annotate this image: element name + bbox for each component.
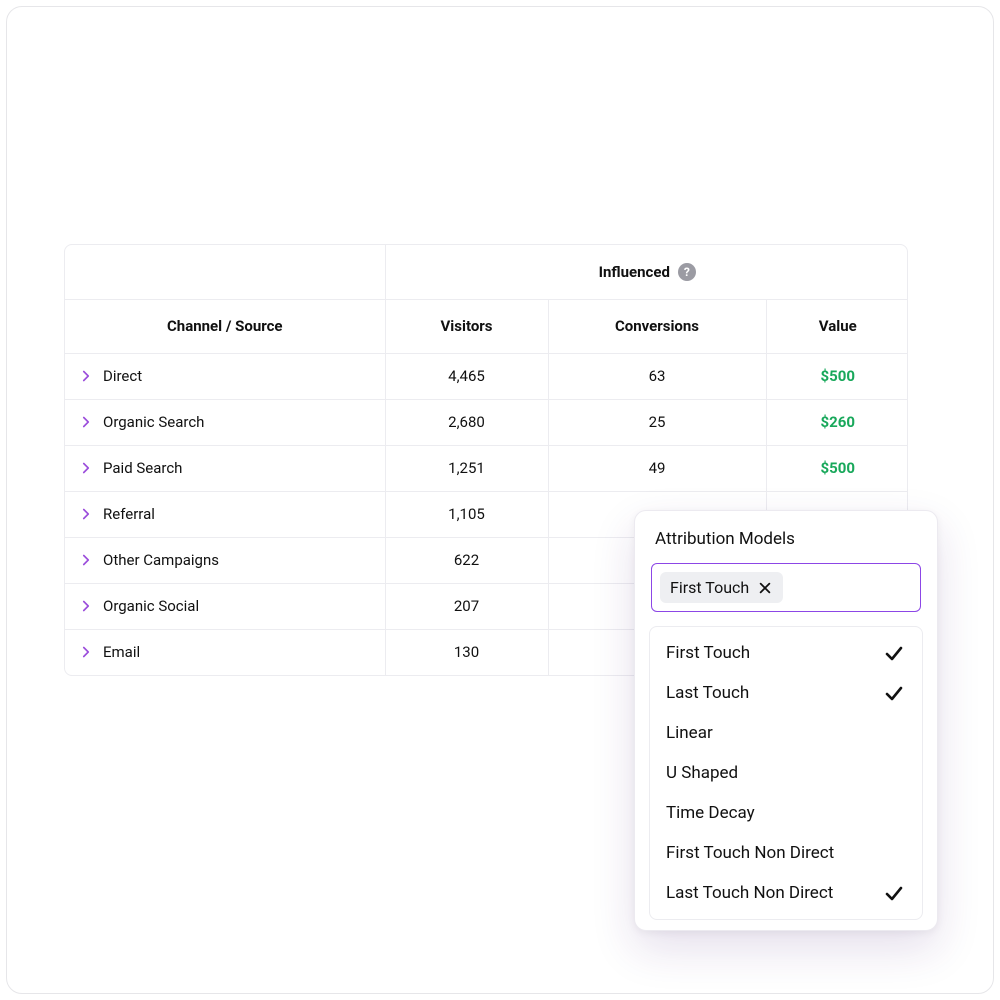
model-option-label: Last Touch — [666, 683, 749, 703]
model-option[interactable]: Time Decay — [650, 793, 922, 833]
col-header-conversions: Conversions — [548, 299, 766, 353]
channel-name: Organic Search — [103, 413, 204, 431]
col-header-visitors: Visitors — [385, 299, 548, 353]
channel-name: Referral — [103, 505, 155, 523]
model-option-label: First Touch — [666, 643, 750, 663]
expand-row-icon[interactable] — [79, 415, 93, 429]
panel-title: Attribution Models — [655, 529, 923, 549]
table-row: Organic Search 2,680 25 $260 — [65, 399, 908, 445]
conversions-cell: 49 — [548, 445, 766, 491]
remove-chip-icon[interactable] — [757, 580, 773, 596]
visitors-cell: 622 — [385, 537, 548, 583]
channel-name: Other Campaigns — [103, 551, 219, 569]
check-icon — [884, 643, 904, 663]
model-option-label: First Touch Non Direct — [666, 843, 834, 863]
expand-row-icon[interactable] — [79, 645, 93, 659]
help-icon[interactable]: ? — [678, 263, 696, 281]
channel-name: Paid Search — [103, 459, 182, 477]
header-group-influenced: Influenced ? — [385, 245, 908, 299]
model-option-label: Last Touch Non Direct — [666, 883, 833, 903]
visitors-cell: 207 — [385, 583, 548, 629]
col-header-value: Value — [766, 299, 908, 353]
visitors-cell: 130 — [385, 629, 548, 675]
check-icon — [884, 883, 904, 903]
visitors-cell: 1,251 — [385, 445, 548, 491]
attribution-models-panel: Attribution Models First Touch First Tou… — [634, 510, 938, 931]
table-row: Direct 4,465 63 $500 — [65, 353, 908, 399]
selected-model-chip[interactable]: First Touch — [660, 572, 783, 603]
model-option[interactable]: Linear — [650, 713, 922, 753]
visitors-cell: 2,680 — [385, 399, 548, 445]
influenced-label: Influenced — [599, 263, 670, 281]
model-option-label: Time Decay — [666, 803, 755, 823]
value-cell: $500 — [766, 353, 908, 399]
conversions-cell: 25 — [548, 399, 766, 445]
model-option[interactable]: Last Touch — [650, 673, 922, 713]
channel-name: Organic Social — [103, 597, 199, 615]
selected-model-chip-label: First Touch — [670, 578, 749, 597]
visitors-cell: 4,465 — [385, 353, 548, 399]
expand-row-icon[interactable] — [79, 599, 93, 613]
model-option-label: U Shaped — [666, 763, 738, 783]
value-cell: $500 — [766, 445, 908, 491]
header-empty-cell — [65, 245, 385, 299]
model-options-list: First Touch Last Touch Linear U Shaped T… — [649, 626, 923, 920]
check-icon — [884, 683, 904, 703]
model-option-label: Linear — [666, 723, 713, 743]
model-option[interactable]: First Touch Non Direct — [650, 833, 922, 873]
model-option[interactable]: U Shaped — [650, 753, 922, 793]
expand-row-icon[interactable] — [79, 461, 93, 475]
model-option[interactable]: Last Touch Non Direct — [650, 873, 922, 913]
expand-row-icon[interactable] — [79, 369, 93, 383]
col-header-channel: Channel / Source — [65, 299, 385, 353]
model-option[interactable]: First Touch — [650, 633, 922, 673]
conversions-cell: 63 — [548, 353, 766, 399]
table-row: Paid Search 1,251 49 $500 — [65, 445, 908, 491]
model-chip-input[interactable]: First Touch — [651, 563, 921, 612]
value-cell: $260 — [766, 399, 908, 445]
visitors-cell: 1,105 — [385, 491, 548, 537]
channel-name: Email — [103, 643, 140, 661]
expand-row-icon[interactable] — [79, 553, 93, 567]
channel-name: Direct — [103, 367, 142, 385]
expand-row-icon[interactable] — [79, 507, 93, 521]
